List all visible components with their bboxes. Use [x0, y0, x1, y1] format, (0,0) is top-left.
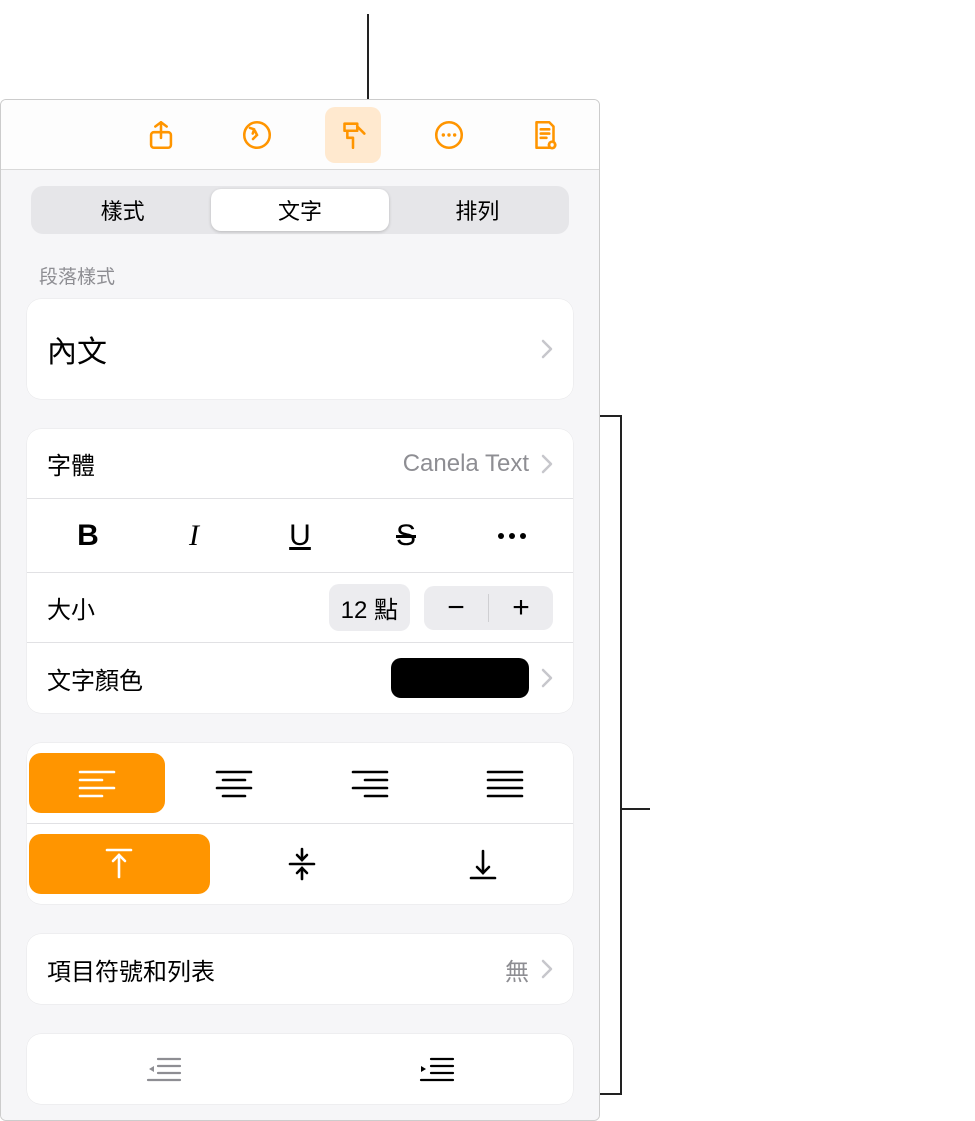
bold-button[interactable]: B [35, 499, 141, 572]
size-increase-button[interactable]: + [489, 586, 553, 630]
strikethrough-button[interactable]: S [353, 499, 459, 572]
underline-button[interactable]: U [247, 499, 353, 572]
size-decrease-button[interactable]: − [424, 586, 488, 630]
size-label: 大小 [47, 590, 329, 625]
valign-top-button[interactable] [29, 834, 210, 894]
indent-button[interactable] [300, 1034, 573, 1104]
bullets-label: 項目符號和列表 [47, 952, 505, 987]
horizontal-alignment-row [27, 743, 573, 824]
ellipsis-icon [498, 533, 526, 539]
more-text-options-button[interactable] [459, 499, 565, 572]
chevron-right-icon [541, 668, 553, 688]
outdent-button[interactable] [27, 1034, 300, 1104]
format-button[interactable] [325, 107, 381, 163]
text-color-row[interactable]: 文字顏色 [27, 643, 573, 713]
size-stepper: − + [424, 586, 553, 630]
valign-bottom-button[interactable] [392, 834, 573, 894]
bullets-and-lists-row[interactable]: 項目符號和列表 無 [27, 934, 573, 1004]
font-value: Canela Text [403, 450, 529, 478]
paragraph-style-card: 內文 [27, 299, 573, 399]
callout-line-top [367, 14, 369, 99]
paragraph-style-row[interactable]: 內文 [27, 299, 573, 399]
valign-middle-button[interactable] [212, 834, 393, 894]
document-button[interactable] [517, 107, 573, 163]
indent-row [27, 1034, 573, 1104]
callout-tick [600, 415, 620, 417]
font-label: 字體 [47, 446, 403, 481]
size-row: 大小 12 點 − + [27, 573, 573, 643]
align-right-button[interactable] [302, 753, 438, 813]
paragraph-style-value: 內文 [47, 327, 529, 371]
undo-button[interactable] [229, 107, 285, 163]
chevron-right-icon [541, 959, 553, 979]
chevron-right-icon [541, 339, 553, 359]
font-card: 字體 Canela Text B I U S 大小 12 點 − [27, 429, 573, 713]
text-color-swatch[interactable] [391, 658, 529, 698]
bullets-value: 無 [505, 952, 529, 987]
callout-line-right [620, 415, 622, 1095]
callout-tick [600, 1093, 620, 1095]
align-left-button[interactable] [29, 753, 165, 813]
more-button[interactable] [421, 107, 477, 163]
align-justify-button[interactable] [438, 753, 574, 813]
tab-style[interactable]: 樣式 [34, 189, 211, 231]
font-row[interactable]: 字體 Canela Text [27, 429, 573, 499]
text-color-label: 文字顏色 [47, 661, 391, 696]
indent-card [27, 1034, 573, 1104]
share-button[interactable] [133, 107, 189, 163]
text-style-row: B I U S [27, 499, 573, 573]
size-value[interactable]: 12 點 [329, 584, 410, 631]
italic-button[interactable]: I [141, 499, 247, 572]
format-inspector-panel: 樣式 文字 排列 段落樣式 內文 字體 Canela Text [0, 99, 600, 1121]
tabs-segmented-control: 樣式 文字 排列 [1, 170, 599, 234]
tab-arrange[interactable]: 排列 [389, 189, 566, 231]
alignment-card [27, 743, 573, 904]
align-center-button[interactable] [167, 753, 303, 813]
paragraph-style-header: 段落樣式 [1, 234, 599, 299]
toolbar [1, 100, 599, 170]
tab-text[interactable]: 文字 [211, 189, 388, 231]
callout-leader [620, 808, 650, 810]
bullets-card: 項目符號和列表 無 [27, 934, 573, 1004]
chevron-right-icon [541, 454, 553, 474]
vertical-alignment-row [27, 824, 573, 904]
